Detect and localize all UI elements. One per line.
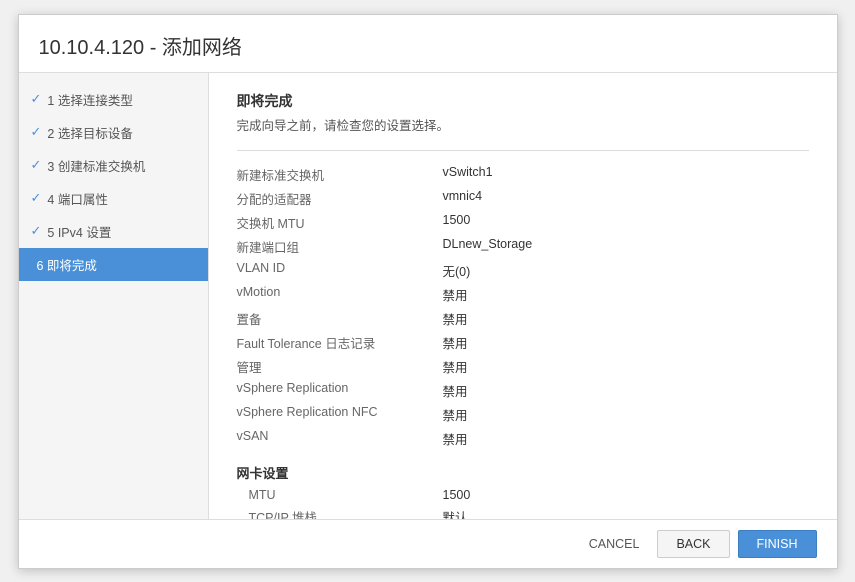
table-row: vMotion禁用 [237,283,809,307]
check-icon-step5: ✓ [31,223,42,239]
setting-label: 分配的适配器 [237,187,437,211]
sidebar-item-step4[interactable]: ✓ 4 端口属性 [19,182,208,215]
table-row: 分配的适配器vmnic4 [237,187,809,211]
nic-section-title: 网卡设置 [237,463,809,482]
table-row: Fault Tolerance 日志记录禁用 [237,331,809,355]
setting-label: vSphere Replication [237,379,437,403]
check-icon-step4: ✓ [31,190,42,206]
nic-value: 1500 [437,486,809,505]
setting-value: 禁用 [437,427,809,451]
table-row: vSphere Replication禁用 [237,379,809,403]
nic-value: 默认 [437,505,809,519]
setting-label: 新建标准交换机 [237,163,437,187]
sidebar-label-step5: 5 IPv4 设置 [47,222,111,241]
table-row: vSphere Replication NFC禁用 [237,403,809,427]
table-row: MTU1500 [237,486,809,505]
setting-value: 禁用 [437,283,809,307]
sidebar-item-step3[interactable]: ✓ 3 创建标准交换机 [19,149,208,182]
section-title: 即将完成 [237,91,809,111]
section-subtitle: 完成向导之前，请检查您的设置选择。 [237,115,809,134]
table-row: vSAN禁用 [237,427,809,451]
setting-value: vmnic4 [437,187,809,211]
setting-label: 置备 [237,307,437,331]
sidebar-label-step2: 2 选择目标设备 [47,123,132,142]
setting-label: VLAN ID [237,259,437,283]
setting-value: 禁用 [437,379,809,403]
setting-value: 禁用 [437,331,809,355]
setting-value: 禁用 [437,307,809,331]
nic-label: TCP/IP 堆栈 [237,505,437,519]
setting-label: vSphere Replication NFC [237,403,437,427]
table-row: VLAN ID无(0) [237,259,809,283]
setting-value: 禁用 [437,403,809,427]
table-row: 交换机 MTU1500 [237,211,809,235]
nic-label: MTU [237,486,437,505]
setting-value: vSwitch1 [437,163,809,187]
nic-settings-table: MTU1500TCP/IP 堆栈默认 [237,486,809,519]
check-icon-step1: ✓ [31,91,42,107]
setting-label: 新建端口组 [237,235,437,259]
dialog-title: 10.10.4.120 - 添加网络 [19,15,837,73]
sidebar-item-step2[interactable]: ✓ 2 选择目标设备 [19,116,208,149]
sidebar-label-step4: 4 端口属性 [47,189,107,208]
dialog-body: ✓ 1 选择连接类型 ✓ 2 选择目标设备 ✓ 3 创建标准交换机 ✓ 4 端口属性 ✓ 5 IP… [19,73,837,519]
setting-value: DLnew_Storage [437,235,809,259]
add-network-dialog: 10.10.4.120 - 添加网络 ✓ 1 选择连接类型 ✓ 2 选择目标设备 ✓ 3 … [18,14,838,569]
table-row: 置备禁用 [237,307,809,331]
setting-value: 无(0) [437,259,809,283]
dialog-footer: CANCEL BACK FINISH [19,519,837,568]
check-icon-step3: ✓ [31,157,42,173]
setting-label: vMotion [237,283,437,307]
sidebar-label-step3: 3 创建标准交换机 [47,156,145,175]
sidebar-item-step1[interactable]: ✓ 1 选择连接类型 [19,83,208,116]
setting-label: 交换机 MTU [237,211,437,235]
setting-label: 管理 [237,355,437,379]
sidebar-item-step5[interactable]: ✓ 5 IPv4 设置 [19,215,208,248]
sidebar: ✓ 1 选择连接类型 ✓ 2 选择目标设备 ✓ 3 创建标准交换机 ✓ 4 端口属性 ✓ 5 IP… [19,73,209,519]
sidebar-item-step6[interactable]: 6 即将完成 [19,248,208,281]
finish-button[interactable]: FINISH [738,530,817,558]
setting-label: vSAN [237,427,437,451]
setting-value: 1500 [437,211,809,235]
setting-value: 禁用 [437,355,809,379]
table-row: 管理禁用 [237,355,809,379]
cancel-button[interactable]: CANCEL [579,531,650,557]
main-content: 即将完成 完成向导之前，请检查您的设置选择。 新建标准交换机vSwitch1分配… [209,73,837,519]
table-row: TCP/IP 堆栈默认 [237,505,809,519]
setting-label: Fault Tolerance 日志记录 [237,331,437,355]
check-icon-step2: ✓ [31,124,42,140]
divider-1 [237,150,809,151]
table-row: 新建端口组DLnew_Storage [237,235,809,259]
table-row: 新建标准交换机vSwitch1 [237,163,809,187]
back-button[interactable]: BACK [657,530,729,558]
sidebar-label-step6: 6 即将完成 [37,255,97,274]
sidebar-label-step1: 1 选择连接类型 [47,90,132,109]
settings-table: 新建标准交换机vSwitch1分配的适配器vmnic4交换机 MTU1500新建… [237,163,809,451]
